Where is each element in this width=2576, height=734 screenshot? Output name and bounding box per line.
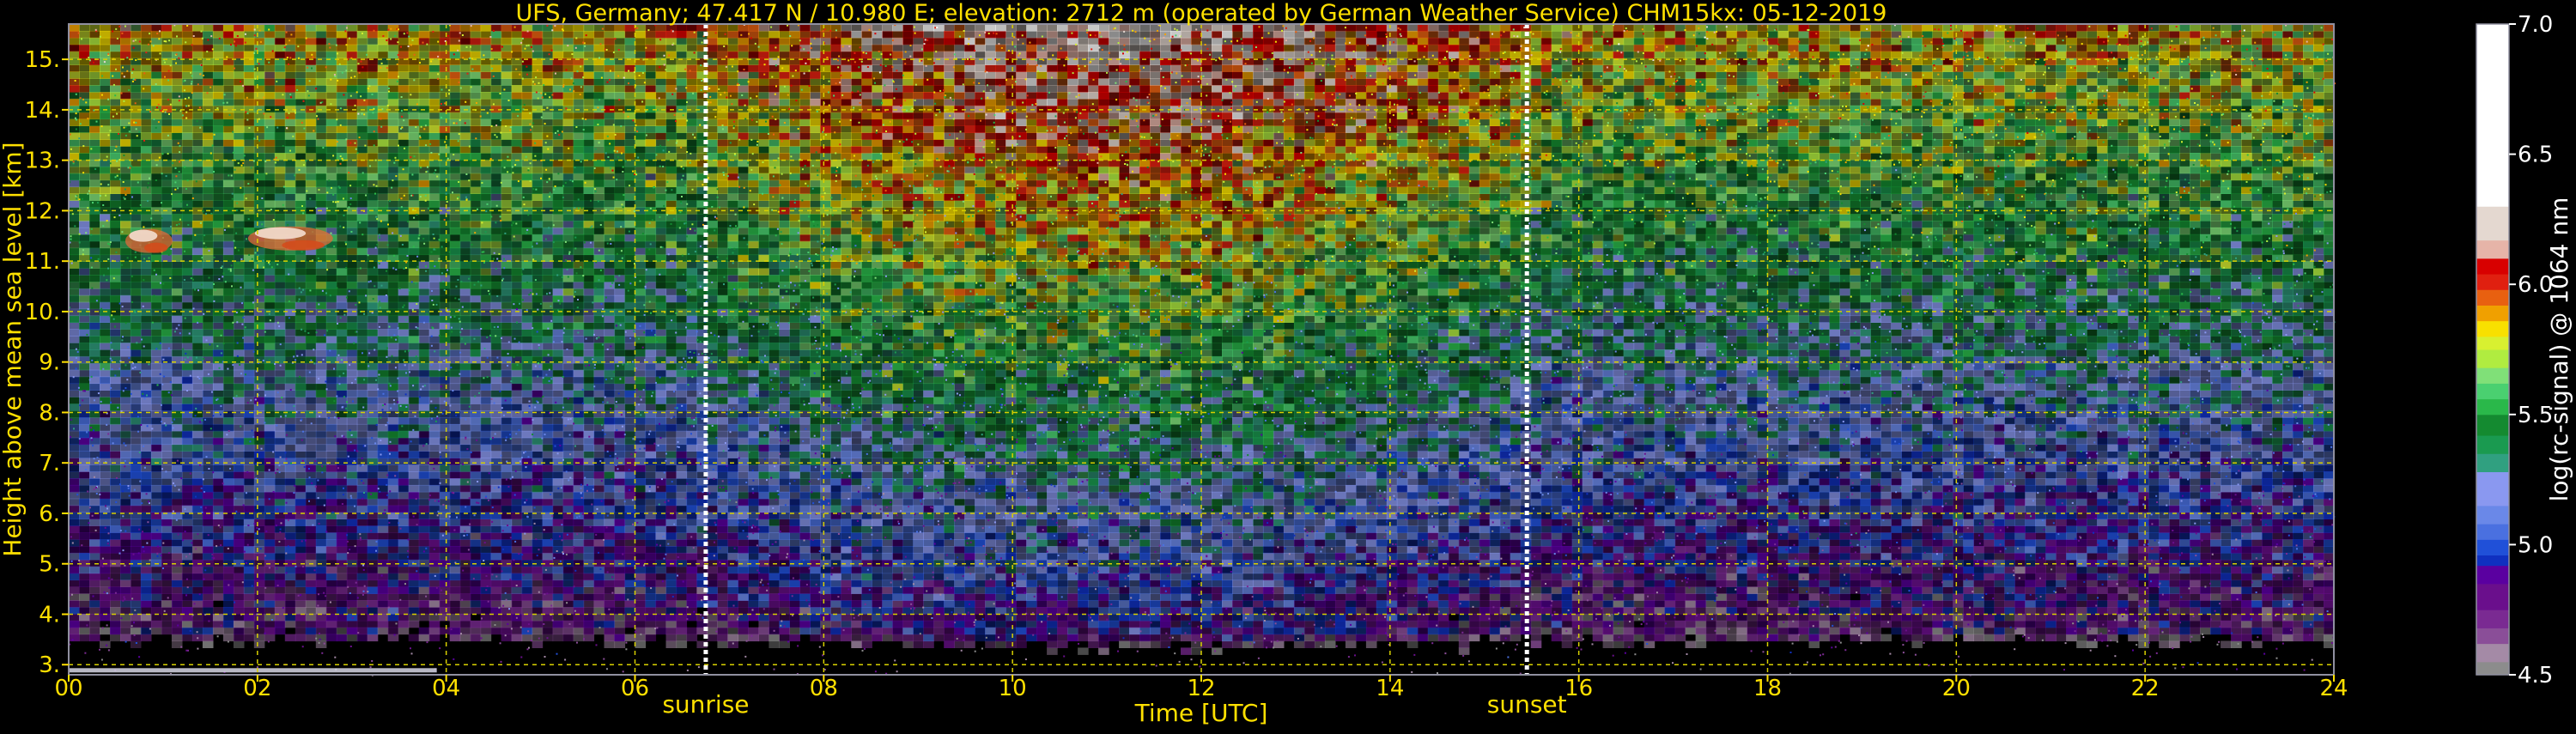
y-tick-label: 14. [25,98,60,124]
event-label-sunrise: sunrise [662,690,749,719]
colorbar-swatch [2476,584,2509,610]
y-tick-label: 9. [39,350,60,376]
colorbar-swatch [2476,240,2509,259]
x-tick-label: 16 [1564,676,1593,701]
colorbar-swatch [2476,539,2509,555]
colorbar-tick-label: 6.5 [2518,143,2553,168]
colorbar-label: log(rc-signal) @ 1064 nm [2545,197,2573,502]
colorbar-swatch [2476,566,2509,585]
x-tick-label: 08 [810,676,838,701]
chart-title: UFS, Germany; 47.417 N / 10.980 E; eleva… [516,0,1887,27]
colorbar-swatches [2476,24,2509,676]
feature-cloud-layer [125,229,173,253]
colorbar-swatch [2476,367,2509,384]
colorbar-swatch [2476,337,2509,350]
event-label-sunset: sunset [1487,690,1567,719]
y-tick-label: 6. [39,501,60,527]
colorbar-swatch [2476,349,2509,368]
colorbar-swatch [2476,415,2509,436]
colorbar-swatch [2476,628,2509,644]
colorbar-swatch [2476,399,2509,416]
feature-near-ground-layer [69,668,437,672]
y-tick-label: 15. [25,47,60,73]
colorbar-swatch [2476,644,2509,663]
x-tick-label: 10 [999,676,1027,701]
colorbar-swatch [2476,524,2509,540]
y-axis-label: Height above mean sea level [km] [0,142,27,556]
colorbar-swatch [2476,383,2509,399]
colorbar-swatch [2476,289,2509,306]
x-tick-label: 24 [2319,676,2348,701]
x-tick-label: 02 [243,676,271,701]
y-tick-label: 7. [39,451,60,476]
y-tick-label: 10. [25,300,60,325]
x-tick-label: 22 [2131,676,2160,701]
colorbar-swatch [2476,506,2509,525]
colorbar-swatch [2476,321,2509,337]
x-tick-label: 06 [621,676,649,701]
x-tick-label: 12 [1187,676,1215,701]
colorbar-swatch [2476,258,2509,275]
y-tick-label: 5. [39,552,60,578]
y-tick-label: 8. [39,400,60,426]
colorbar-swatch [2476,555,2509,567]
colorbar-tick-label: 4.5 [2518,663,2553,689]
colorbar-swatch [2476,435,2509,454]
colorbar-swatch [2476,305,2509,321]
y-tick-label: 13. [25,149,60,174]
x-tick-label: 14 [1376,676,1404,701]
x-tick-label: 04 [432,676,460,701]
colorbar-tick-label: 5.0 [2518,532,2553,558]
backscatter-heatmap [69,24,2336,676]
colorbar-swatch [2476,206,2509,240]
x-tick-label: 18 [1753,676,1782,701]
feature-cloud-layer [248,227,333,251]
ceilometer-figure: sunrise sunset 3. 4. 5. 6. 7. 8. 9. 10. 11. 12. 13.… [0,0,2576,730]
x-tick-label: 20 [1942,676,1971,701]
x-axis-label: Time [UTC] [1134,699,1268,727]
y-tick-label: 11. [25,249,60,275]
x-tick-label: 00 [54,676,82,701]
y-tick-label: 3. [39,652,60,678]
colorbar-swatch [2476,610,2509,628]
colorbar-swatch [2476,662,2509,676]
y-tick-label: 12. [25,198,60,224]
backscatter-chart: sunrise sunset 3. 4. 5. 6. 7. 8. 9. 10. 11. 12. 13.… [0,0,2576,730]
colorbar-swatch [2476,472,2509,507]
colorbar-swatch [2476,24,2509,207]
colorbar-tick-label: 7.0 [2518,12,2553,38]
y-tick-label: 4. [39,602,60,628]
colorbar-swatch [2476,453,2509,472]
colorbar-swatch [2476,274,2509,290]
